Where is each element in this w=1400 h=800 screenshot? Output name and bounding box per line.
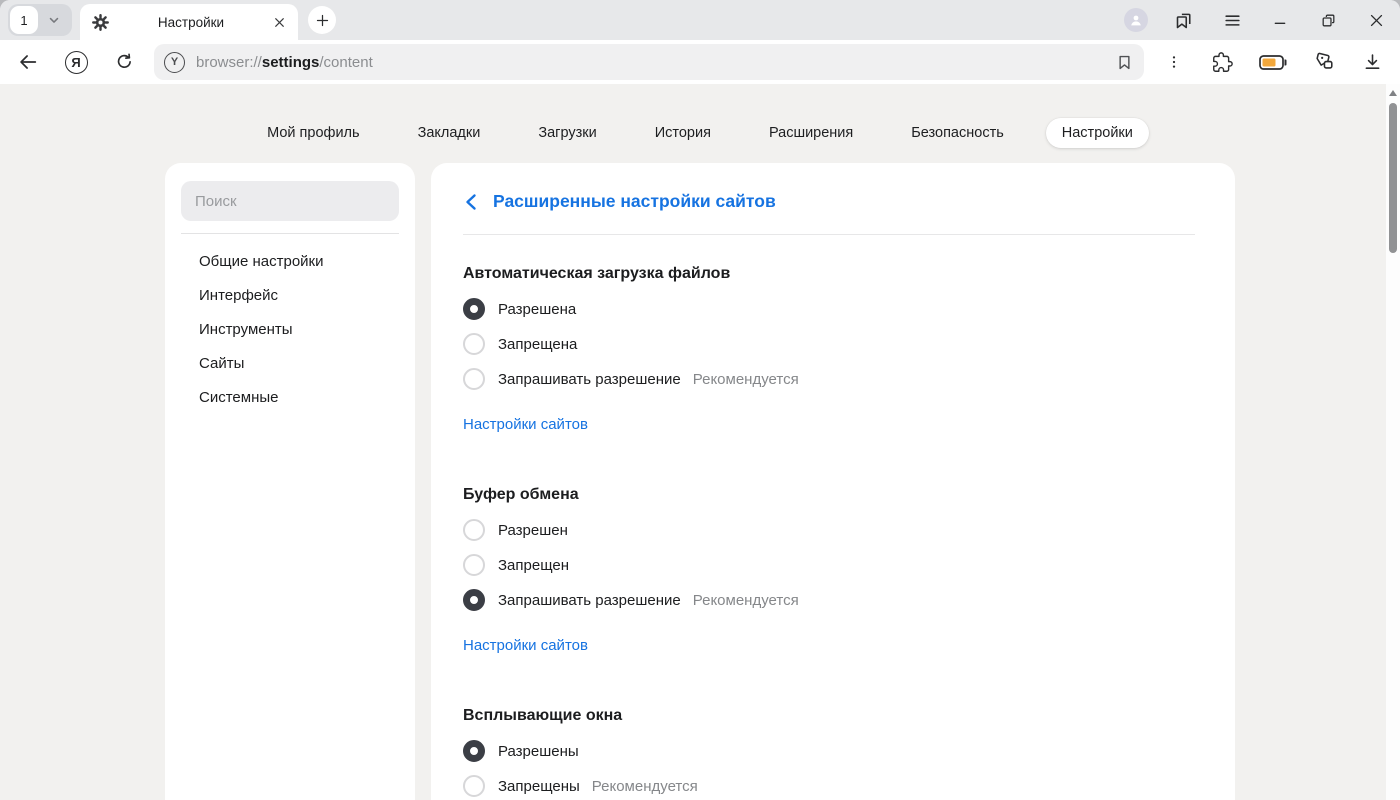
section-title: Буфер обмена <box>463 486 1195 504</box>
close-window-icon[interactable] <box>1364 8 1388 32</box>
recommended-note: Рекомендуется <box>592 778 698 795</box>
page-header[interactable]: Расширенные настройки сайтов <box>463 191 1195 212</box>
radio-option[interactable]: Запрашивать разрешение Рекомендуется <box>463 588 1195 612</box>
gear-icon <box>92 14 109 31</box>
yandex-logo[interactable]: Я <box>64 50 88 74</box>
tab-counter[interactable]: 1 <box>8 4 72 36</box>
collections-icon[interactable] <box>1312 50 1336 74</box>
url-text[interactable]: browser://settings/content <box>196 54 373 71</box>
nav-tab-history[interactable]: История <box>639 118 727 148</box>
nav-tab-bookmarks[interactable]: Закладки <box>402 118 497 148</box>
tab-strip: 1 Настройки <box>0 0 1400 40</box>
browser-tab-settings[interactable]: Настройки <box>80 4 298 40</box>
sidebar-item-sites[interactable]: Сайты <box>181 346 399 380</box>
back-button[interactable] <box>16 50 40 74</box>
recommended-note: Рекомендуется <box>693 371 799 388</box>
puzzle-icon[interactable] <box>1210 50 1234 74</box>
radio-button[interactable] <box>463 333 485 355</box>
sidebar-item-general[interactable]: Общие настройки <box>181 244 399 278</box>
radio-option[interactable]: Запрещены Рекомендуется <box>463 774 1195 798</box>
nav-tab-settings[interactable]: Настройки <box>1046 118 1149 148</box>
settings-page: Мой профиль Закладки Загрузки История Ра… <box>0 84 1400 800</box>
settings-nav: Мой профиль Закладки Загрузки История Ра… <box>0 84 1400 149</box>
nav-tab-downloads[interactable]: Загрузки <box>522 118 612 148</box>
site-settings-link[interactable]: Настройки сайтов <box>463 637 588 654</box>
chevron-down-icon[interactable] <box>47 13 61 27</box>
browser-window: 1 Настройки <box>0 0 1400 800</box>
page-title[interactable]: Расширенные настройки сайтов <box>493 191 776 212</box>
radio-button[interactable] <box>463 298 485 320</box>
reload-icon[interactable] <box>112 50 136 74</box>
browser-toolbar: Я Y browser://settings/content <box>0 40 1400 84</box>
sidebar-item-interface[interactable]: Интерфейс <box>181 278 399 312</box>
section-title: Всплывающие окна <box>463 707 1195 725</box>
nav-tab-security[interactable]: Безопасность <box>895 118 1020 148</box>
menu-icon[interactable] <box>1220 8 1244 32</box>
profile-avatar[interactable] <box>1124 8 1148 32</box>
scrollbar-thumb[interactable] <box>1389 103 1397 253</box>
radio-option[interactable]: Разрешен <box>463 518 1195 542</box>
radio-option[interactable]: Запрашивать разрешение Рекомендуется <box>463 367 1195 391</box>
nav-tab-profile[interactable]: Мой профиль <box>251 118 375 148</box>
radio-option[interactable]: Запрещен <box>463 553 1195 577</box>
sidebar-item-tools[interactable]: Инструменты <box>181 312 399 346</box>
address-bar[interactable]: Y browser://settings/content <box>154 44 1144 80</box>
radio-option[interactable]: Разрешена <box>463 297 1195 321</box>
nav-tab-extensions[interactable]: Расширения <box>753 118 869 148</box>
radio-button[interactable] <box>463 589 485 611</box>
stacked-bookmarks-icon[interactable] <box>1172 8 1196 32</box>
site-settings-link[interactable]: Настройки сайтов <box>463 416 588 433</box>
minimize-icon[interactable] <box>1268 8 1292 32</box>
recommended-note: Рекомендуется <box>693 592 799 609</box>
battery-icon[interactable] <box>1258 50 1288 74</box>
radio-button[interactable] <box>463 775 485 797</box>
header-divider <box>463 234 1195 235</box>
section-title: Автоматическая загрузка файлов <box>463 265 1195 283</box>
sidebar-divider <box>181 233 399 234</box>
page-scrollbar[interactable] <box>1386 84 1400 800</box>
radio-option[interactable]: Разрешены <box>463 739 1195 763</box>
scroll-up-arrow[interactable] <box>1389 90 1397 96</box>
radio-button[interactable] <box>463 554 485 576</box>
radio-option[interactable]: Запрещена <box>463 332 1195 356</box>
section-clipboard: Буфер обмена Разрешен Запрещен Запраш <box>463 486 1195 655</box>
settings-sidebar: Общие настройки Интерфейс Инструменты Са… <box>165 163 415 800</box>
radio-button[interactable] <box>463 519 485 541</box>
section-popups: Всплывающие окна Разрешены Запрещены Рек… <box>463 707 1195 800</box>
download-icon[interactable] <box>1360 50 1384 74</box>
site-badge-icon: Y <box>164 52 185 73</box>
search-input[interactable] <box>181 181 399 221</box>
tab-count-badge[interactable]: 1 <box>10 6 38 34</box>
radio-button[interactable] <box>463 368 485 390</box>
bookmark-flag-icon[interactable] <box>1115 53 1134 72</box>
close-tab-icon[interactable] <box>273 16 286 29</box>
section-auto-downloads: Автоматическая загрузка файлов Разрешена… <box>463 265 1195 434</box>
tab-title: Настройки <box>109 15 273 30</box>
back-chevron-icon[interactable] <box>463 193 479 211</box>
restore-icon[interactable] <box>1316 8 1340 32</box>
new-tab-button[interactable] <box>308 6 336 34</box>
radio-button[interactable] <box>463 740 485 762</box>
kebab-menu-icon[interactable] <box>1162 50 1186 74</box>
sidebar-item-system[interactable]: Системные <box>181 380 399 414</box>
settings-main-panel: Расширенные настройки сайтов Автоматичес… <box>431 163 1235 800</box>
